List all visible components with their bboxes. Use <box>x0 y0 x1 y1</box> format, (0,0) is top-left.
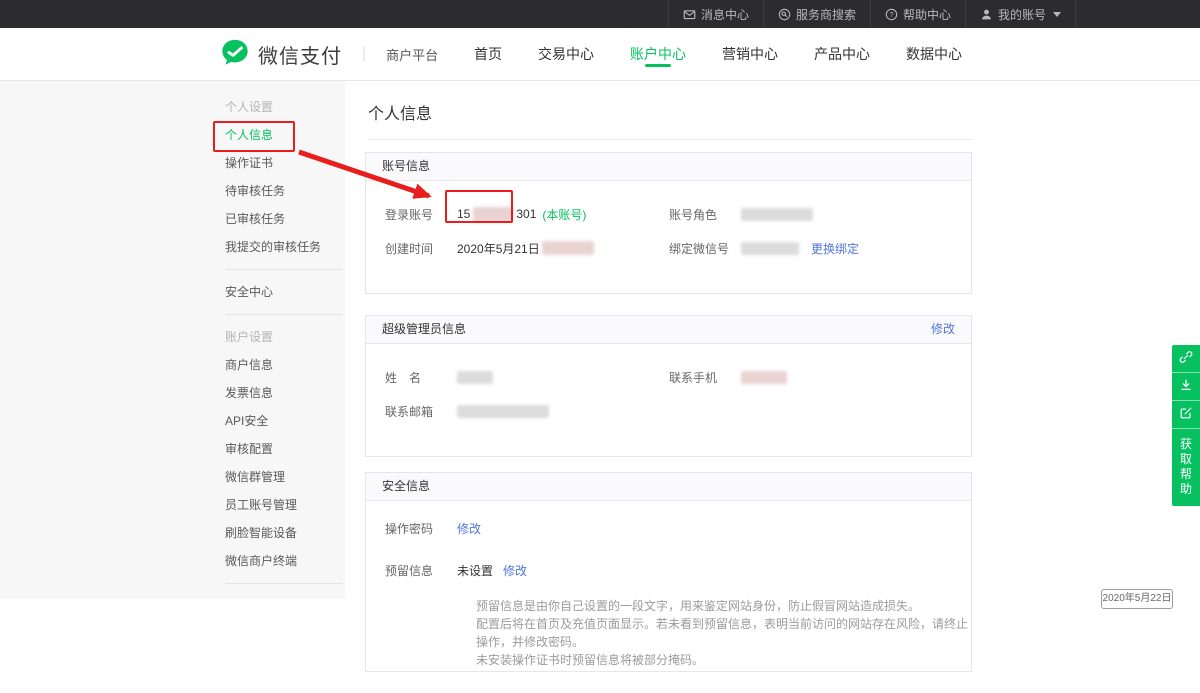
nav-data-center[interactable]: 数据中心 <box>888 28 980 80</box>
sidebar-item-wechat-merchant-terminal[interactable]: 微信商户终端 <box>225 547 345 575</box>
security-info-card-title: 安全信息 <box>382 473 430 500</box>
link-button[interactable] <box>1172 345 1200 373</box>
admin-name-label: 姓 名 <box>385 369 457 386</box>
security-info-card: 安全信息 操作密码 修改 预留信息 未设置 修改 <box>365 472 972 672</box>
help-center-menu[interactable]: ? 帮助中心 <box>870 0 965 28</box>
sidebar-item-staff-account-management[interactable]: 员工账号管理 <box>225 491 345 519</box>
edit-password-link[interactable]: 修改 <box>457 520 481 537</box>
service-provider-search-menu[interactable]: 服务商搜索 <box>763 0 870 28</box>
date-tooltip: 2020年5月22日 <box>1101 589 1173 609</box>
main-nav: 首页 交易中心 账户中心 营销中心 产品中心 数据中心 <box>456 28 980 80</box>
login-account-value: 15 301 (本账号) <box>457 206 586 223</box>
help-icon: ? <box>885 8 898 21</box>
my-account-menu[interactable]: 我的账号 <box>965 0 1076 28</box>
account-info-card: 账号信息 登录账号 15 301 (本账号) 账号角色 <box>365 152 972 294</box>
sidebar-item-wechat-group-management[interactable]: 微信群管理 <box>225 463 345 491</box>
nav-product-center[interactable]: 产品中心 <box>796 28 888 80</box>
sidebar-divider <box>225 314 343 315</box>
contact-email-label: 联系邮箱 <box>385 403 457 420</box>
sidebar-divider <box>225 583 343 584</box>
bound-wechat-label: 绑定微信号 <box>669 240 741 257</box>
wechat-pay-logo-icon <box>220 38 250 71</box>
account-info-card-title: 账号信息 <box>382 153 430 180</box>
redacted-admin-name <box>457 371 493 384</box>
rebind-wechat-link[interactable]: 更换绑定 <box>811 240 859 257</box>
sidebar-section-personal-settings: 个人设置 <box>225 93 345 121</box>
edit-icon <box>1179 406 1193 423</box>
login-account-label: 登录账号 <box>385 206 457 223</box>
svg-text:?: ? <box>890 11 894 18</box>
reserve-desc-line-2: 配置后将在首页及充值页面显示。若未看到预留信息，表明当前访问的网站存在风险，请终… <box>476 615 971 651</box>
redacted-contact-email <box>457 405 549 418</box>
sidebar-item-my-submitted-review-tasks[interactable]: 我提交的审核任务 <box>225 233 345 261</box>
sidebar-item-security-center[interactable]: 安全中心 <box>225 278 345 306</box>
sidebar-item-personal-info[interactable]: 个人信息 <box>225 121 345 149</box>
title-divider <box>368 139 972 140</box>
app-header: 微信支付 | 商户平台 首页 交易中心 账户中心 营销中心 产品中心 数据中心 <box>0 28 1200 81</box>
nav-home[interactable]: 首页 <box>456 28 520 80</box>
reserve-info-label: 预留信息 <box>385 562 457 579</box>
sidebar-item-face-pay-devices[interactable]: 刷脸智能设备 <box>225 519 345 547</box>
super-admin-card-title: 超级管理员信息 <box>382 316 466 343</box>
login-account-suffix: 301 <box>516 207 536 221</box>
brand[interactable]: 微信支付 | 商户平台 <box>220 38 438 71</box>
get-help-button[interactable]: 获取帮助 <box>1172 429 1200 506</box>
nav-transaction-center[interactable]: 交易中心 <box>520 28 612 80</box>
redacted-wechat-id <box>741 242 799 255</box>
reserve-desc-line-3: 未安装操作证书时预留信息将被部分掩码。 <box>476 651 971 669</box>
reserve-info-description: 预留信息是由你自己设置的一段文字，用来鉴定网站身份，防止假冒网站造成损失。 配置… <box>476 597 971 669</box>
sidebar-section-account-settings: 账户设置 <box>225 323 345 351</box>
topbar-item-label: 帮助中心 <box>903 6 951 23</box>
mail-icon <box>683 8 696 21</box>
redacted-contact-phone <box>741 371 787 384</box>
sidebar-divider <box>225 269 343 270</box>
sidebar-item-operation-certificate[interactable]: 操作证书 <box>225 149 345 177</box>
created-time-label: 创建时间 <box>385 240 457 257</box>
sidebar: 个人设置 个人信息 操作证书 待审核任务 已审核任务 我提交的审核任务 安全中心… <box>0 81 345 599</box>
operation-password-label: 操作密码 <box>385 520 457 537</box>
top-utility-bar: 消息中心 服务商搜索 ? 帮助中心 我的账号 <box>0 0 1200 28</box>
current-account-tag: (本账号) <box>542 206 586 223</box>
feedback-button[interactable] <box>1172 401 1200 429</box>
nav-marketing-center[interactable]: 营销中心 <box>704 28 796 80</box>
created-time-value: 2020年5月21日 <box>457 240 594 257</box>
topbar-item-label: 消息中心 <box>701 6 749 23</box>
message-center-menu[interactable]: 消息中心 <box>668 0 763 28</box>
download-button[interactable] <box>1172 373 1200 401</box>
edit-reserve-info-link[interactable]: 修改 <box>503 562 527 579</box>
sidebar-item-pending-review-tasks[interactable]: 待审核任务 <box>225 177 345 205</box>
redacted-login-middle <box>473 207 513 222</box>
search-icon <box>778 8 791 21</box>
portal-name: 商户平台 <box>386 45 438 64</box>
nav-account-center[interactable]: 账户中心 <box>612 28 704 80</box>
brand-divider: | <box>362 45 366 63</box>
redacted-created-tail <box>542 241 594 255</box>
link-icon <box>1179 350 1193 367</box>
user-icon <box>980 8 993 21</box>
sidebar-item-invoice-info[interactable]: 发票信息 <box>225 379 345 407</box>
edit-admin-link[interactable]: 修改 <box>931 316 955 343</box>
sidebar-item-api-security[interactable]: API安全 <box>225 407 345 435</box>
created-date: 2020年5月21日 <box>457 240 540 257</box>
login-account-prefix: 15 <box>457 207 470 221</box>
chevron-down-icon <box>1053 12 1061 17</box>
topbar-item-label: 服务商搜索 <box>796 6 856 23</box>
reserve-desc-line-1: 预留信息是由你自己设置的一段文字，用来鉴定网站身份，防止假冒网站造成损失。 <box>476 597 971 615</box>
page-title: 个人信息 <box>368 100 1200 124</box>
account-role-label: 账号角色 <box>669 206 741 223</box>
super-admin-card: 超级管理员信息 修改 姓 名 联系手机 联系邮箱 <box>365 315 972 457</box>
sidebar-item-review-config[interactable]: 审核配置 <box>225 435 345 463</box>
reserve-status: 未设置 <box>457 562 493 579</box>
redacted-account-role <box>741 208 813 221</box>
download-icon <box>1179 378 1193 395</box>
contact-phone-label: 联系手机 <box>669 369 741 386</box>
brand-name: 微信支付 <box>258 40 342 69</box>
floating-helper-widget: 获取帮助 <box>1172 345 1200 506</box>
sidebar-item-merchant-info[interactable]: 商户信息 <box>225 351 345 379</box>
sidebar-item-reviewed-tasks[interactable]: 已审核任务 <box>225 205 345 233</box>
page-body: 个人设置 个人信息 操作证书 待审核任务 已审核任务 我提交的审核任务 安全中心… <box>0 81 1200 599</box>
main-content: 个人信息 账号信息 登录账号 15 301 (本账号) <box>345 81 1200 599</box>
topbar-item-label: 我的账号 <box>998 6 1046 23</box>
